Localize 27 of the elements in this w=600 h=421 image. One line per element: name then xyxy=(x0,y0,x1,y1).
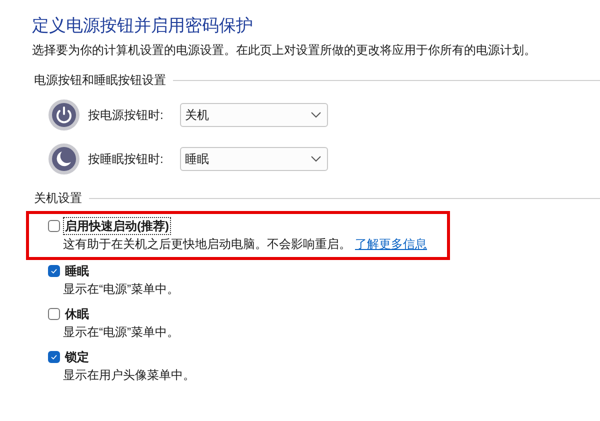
chevron-down-icon xyxy=(311,112,321,118)
learn-more-link[interactable]: 了解更多信息 xyxy=(355,237,427,251)
action-dropdown[interactable]: 睡眠 xyxy=(180,147,328,171)
page-description: 选择要为你的计算机设置的电源设置。在此页上对设置所做的更改将应用于你所有的电源计划。 xyxy=(32,42,537,59)
option-label: 休眠 xyxy=(64,306,90,323)
option-label: 启用快速启动(推荐) xyxy=(63,217,171,235)
option-description: 显示在“电源”菜单中。 xyxy=(63,325,179,339)
option-label: 锁定 xyxy=(64,349,90,366)
action-dropdown[interactable]: 关机 xyxy=(180,103,328,127)
page-title: 定义电源按钮并启用密码保护 xyxy=(32,15,254,37)
check-icon xyxy=(49,266,59,276)
option-label: 睡眠 xyxy=(64,263,90,280)
chevron-down-icon xyxy=(311,156,321,162)
power-icon xyxy=(48,99,80,131)
button-action-label: 按电源按钮时: xyxy=(88,106,164,124)
moon-icon xyxy=(48,143,80,175)
section-heading: 关机设置 xyxy=(34,190,82,207)
button-action-label: 按睡眠按钮时: xyxy=(88,150,164,168)
option-description: 这有助于在关机之后更快地启动电脑。不会影响重启。 xyxy=(63,237,351,251)
option-description: 显示在“电源”菜单中。 xyxy=(63,282,179,296)
checkbox[interactable] xyxy=(48,351,60,363)
section-heading: 电源按钮和睡眠按钮设置 xyxy=(34,72,166,89)
checkbox[interactable] xyxy=(48,308,60,320)
check-icon xyxy=(49,352,59,362)
checkbox[interactable] xyxy=(48,220,60,232)
checkbox[interactable] xyxy=(48,265,60,277)
option-description: 显示在用户头像菜单中。 xyxy=(63,368,195,382)
